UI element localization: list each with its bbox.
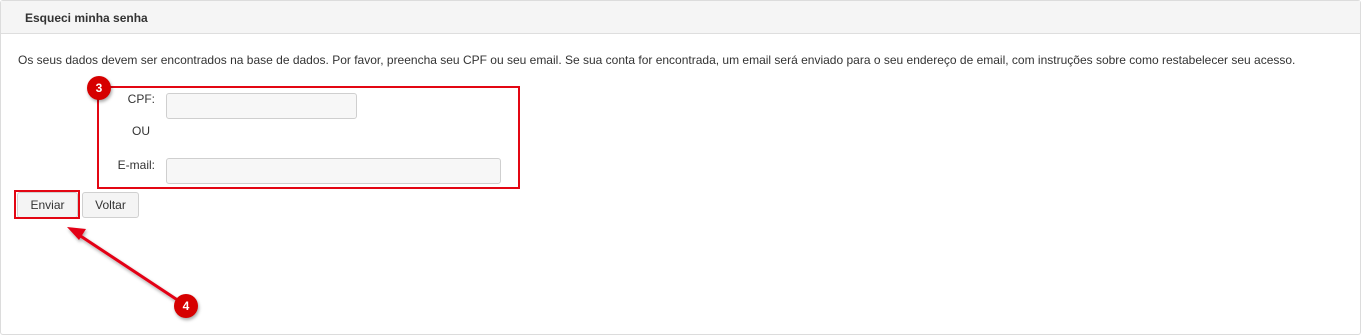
annotation-arrow (67, 227, 178, 301)
step-3-marker: 3 (87, 76, 111, 100)
step-4-marker: 4 (174, 294, 198, 318)
